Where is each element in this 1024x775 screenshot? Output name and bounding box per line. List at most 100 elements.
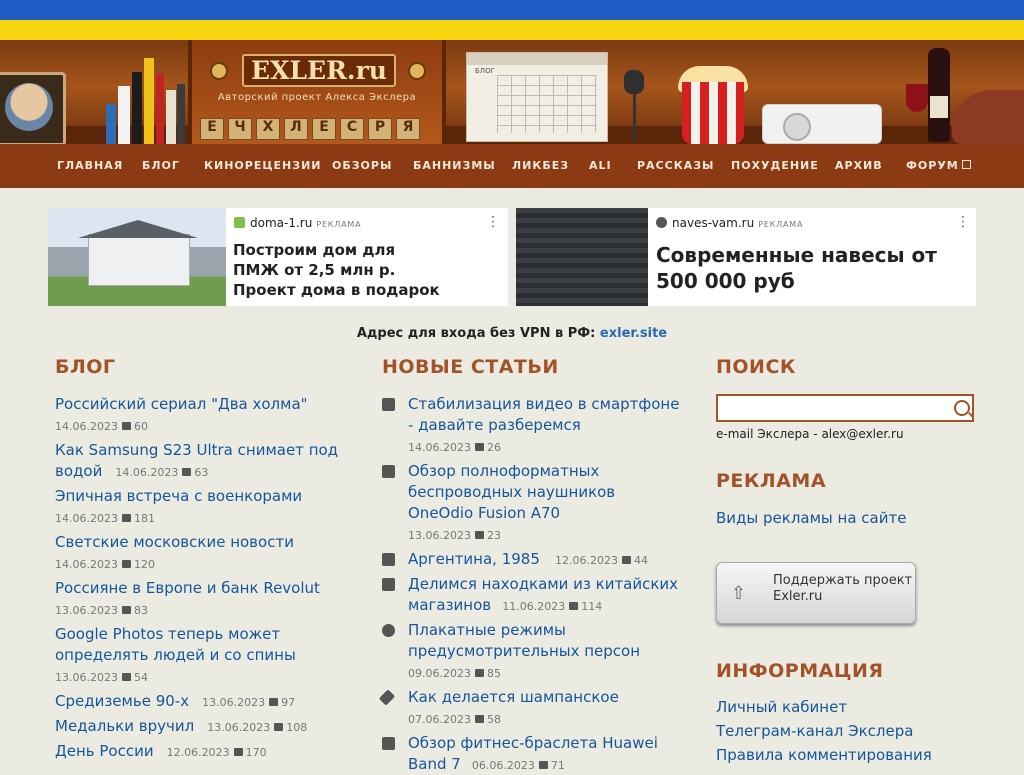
comment-rules-link[interactable]: Правила комментирования [716, 746, 932, 764]
house-roof [78, 220, 198, 238]
comment-icon [474, 443, 484, 451]
article-link[interactable]: Аргентина, 1985 [408, 550, 540, 568]
comment-count[interactable]: 97 [281, 696, 295, 709]
checklist-icon [382, 737, 395, 750]
ad-banner-doma[interactable]: doma-1.ru РЕКЛАМА ⋮ Построим дом для ПМЖ … [48, 208, 508, 306]
microphone-stand [633, 92, 636, 142]
list-item: Российский сериал "Два холма" 14.06.2023… [55, 394, 345, 434]
upload-arrow-icon: ⇧ [731, 583, 747, 604]
comment-count[interactable]: 181 [134, 512, 155, 525]
main-nav: ГЛАВНАЯ БЛОГ КИНОРЕЦЕНЗИИ ОБЗОРЫ БАННИЗМ… [0, 144, 1024, 188]
site-logo[interactable]: EXLER.ru [242, 54, 396, 87]
post-date: 09.06.2023 [408, 667, 471, 680]
bottle-label [930, 96, 948, 118]
nav-weight-loss[interactable]: ПОХУДЕНИЕ [731, 144, 819, 188]
article-body: Плакатные режимы предусмотрительных перс… [408, 620, 682, 681]
comment-count[interactable]: 26 [487, 441, 501, 454]
nav-forum-wrap[interactable]: ФОРУМ [906, 144, 971, 188]
blog-post-link[interactable]: Медальки вручил [55, 717, 194, 735]
ad-menu-icon[interactable]: ⋮ [956, 214, 970, 230]
article-link[interactable]: Стабилизация видео в смартфоне - давайте… [408, 395, 679, 434]
nav-bannizmy[interactable]: БАННИЗМЫ [413, 144, 496, 188]
post-date: 06.06.2023 [471, 759, 535, 772]
post-date: 13.06.2023 [55, 671, 118, 684]
article-link[interactable]: Плакатные режимы предусмотрительных перс… [408, 621, 640, 660]
list-item: День России 12.06.2023 170 [55, 741, 355, 762]
comment-icon [274, 723, 284, 731]
post-date: 14.06.2023 [55, 420, 118, 433]
list-item: Обзор полноформатных беспроводных наушни… [382, 461, 682, 543]
nav-blog[interactable]: БЛОГ [142, 144, 180, 188]
comment-count[interactable]: 71 [551, 759, 565, 772]
nav-movie-reviews[interactable]: КИНОРЕЦЕНЗИИ [204, 144, 321, 188]
nav-reviews[interactable]: ОБЗОРЫ [332, 144, 392, 188]
support-label: Поддержать проект Exler.ru [773, 573, 913, 604]
nav-home[interactable]: ГЛАВНАЯ [57, 144, 123, 188]
projector-icon [762, 104, 882, 144]
comment-count[interactable]: 23 [487, 529, 501, 542]
pencil-icon [378, 689, 396, 706]
blog-post-link[interactable]: Россияне в Европе и банк Revolut [55, 579, 320, 597]
ad-tag: РЕКЛАМА [316, 220, 362, 229]
comment-count[interactable]: 85 [487, 667, 501, 680]
nav-archive[interactable]: АРХИВ [835, 144, 883, 188]
comment-count[interactable]: 83 [134, 604, 148, 617]
nav-forum[interactable]: ФОРУМ [906, 159, 959, 172]
comment-count[interactable]: 114 [581, 600, 602, 613]
blog-post-link[interactable]: Google Photos теперь может определять лю… [55, 625, 296, 664]
comment-count[interactable]: 108 [286, 721, 307, 734]
blog-post-link[interactable]: День России [55, 742, 154, 760]
favicon-icon [234, 217, 245, 228]
search-icon[interactable] [954, 400, 970, 416]
calendar-label: БЛОГ [475, 67, 495, 75]
comment-count[interactable]: 170 [246, 746, 267, 759]
nav-stories[interactable]: РАССКАЗЫ [637, 144, 714, 188]
site-tagline: Авторский проект Алекса Экслера [217, 92, 417, 103]
telegram-channel-link[interactable]: Телеграм-канал Экслера [716, 722, 913, 740]
blog-post-link[interactable]: Эпичная встреча с военкорами [55, 487, 302, 505]
popcorn-bucket-icon [682, 82, 744, 144]
article-link[interactable]: Обзор полноформатных беспроводных наушни… [408, 462, 615, 522]
post-date: 07.06.2023 [408, 713, 471, 726]
blog-post-link[interactable]: Российский сериал "Два холма" [55, 395, 308, 413]
book [166, 90, 176, 144]
comment-icon [474, 669, 484, 677]
nav-likbez[interactable]: ЛИКБЕЗ [512, 144, 569, 188]
support-project-button[interactable]: ⇧ Поддержать проект Exler.ru [716, 562, 916, 624]
search-input[interactable] [716, 394, 974, 422]
vpn-notice: Адрес для входа без VPN в РФ: exler.site [0, 326, 1024, 341]
article-body: Стабилизация видео в смартфоне - давайте… [408, 394, 682, 455]
vpn-link[interactable]: exler.site [600, 326, 667, 341]
comment-count[interactable]: 60 [134, 420, 148, 433]
blog-post-link[interactable]: Средиземье 90-х [55, 692, 189, 710]
blog-post-link[interactable]: Светские московские новости [55, 533, 294, 551]
ukraine-flag-banner [0, 0, 1024, 40]
letter-block-icon: Е [200, 118, 224, 140]
book [177, 84, 185, 144]
search-heading: ПОИСК [716, 356, 796, 378]
comment-count[interactable]: 54 [134, 671, 148, 684]
new-articles-heading[interactable]: НОВЫЕ СТАТЬИ [382, 356, 559, 378]
list-item: Средиземье 90-х 13.06.2023 97 [55, 691, 355, 712]
personal-account-link[interactable]: Личный кабинет [716, 698, 847, 716]
post-date: 14.06.2023 [408, 441, 471, 454]
blog-heading[interactable]: БЛОГ [55, 356, 116, 378]
post-date: 13.06.2023 [202, 696, 266, 709]
comment-count[interactable]: 44 [634, 554, 648, 567]
list-item: Светские московские новости 14.06.2023 12… [55, 532, 345, 572]
comment-count[interactable]: 63 [194, 466, 208, 479]
ad-banner-naves[interactable]: naves-vam.ru РЕКЛАМА ⋮ Современные навесы… [516, 208, 976, 306]
ad-menu-icon[interactable]: ⋮ [486, 214, 500, 230]
comment-count[interactable]: 120 [134, 558, 155, 571]
list-item: Аргентина, 1985 12.06.2023 44 [382, 549, 692, 570]
logo-board[interactable]: EXLER.ru Авторский проект Алекса Экслера… [188, 40, 446, 144]
list-item: Обзор фитнес-браслета Huawei Band 7 06.0… [382, 733, 682, 775]
wine-bottle-icon [928, 48, 950, 142]
ad-types-link[interactable]: Виды рекламы на сайте [716, 509, 906, 527]
book [144, 58, 154, 144]
comment-count[interactable]: 58 [487, 713, 501, 726]
article-link[interactable]: Как делается шампанское [408, 688, 619, 706]
nav-ali[interactable]: ALI [589, 144, 612, 188]
article-body: Как делается шампанское 07.06.2023 58 [408, 687, 682, 727]
post-date: 12.06.2023 [555, 554, 618, 567]
